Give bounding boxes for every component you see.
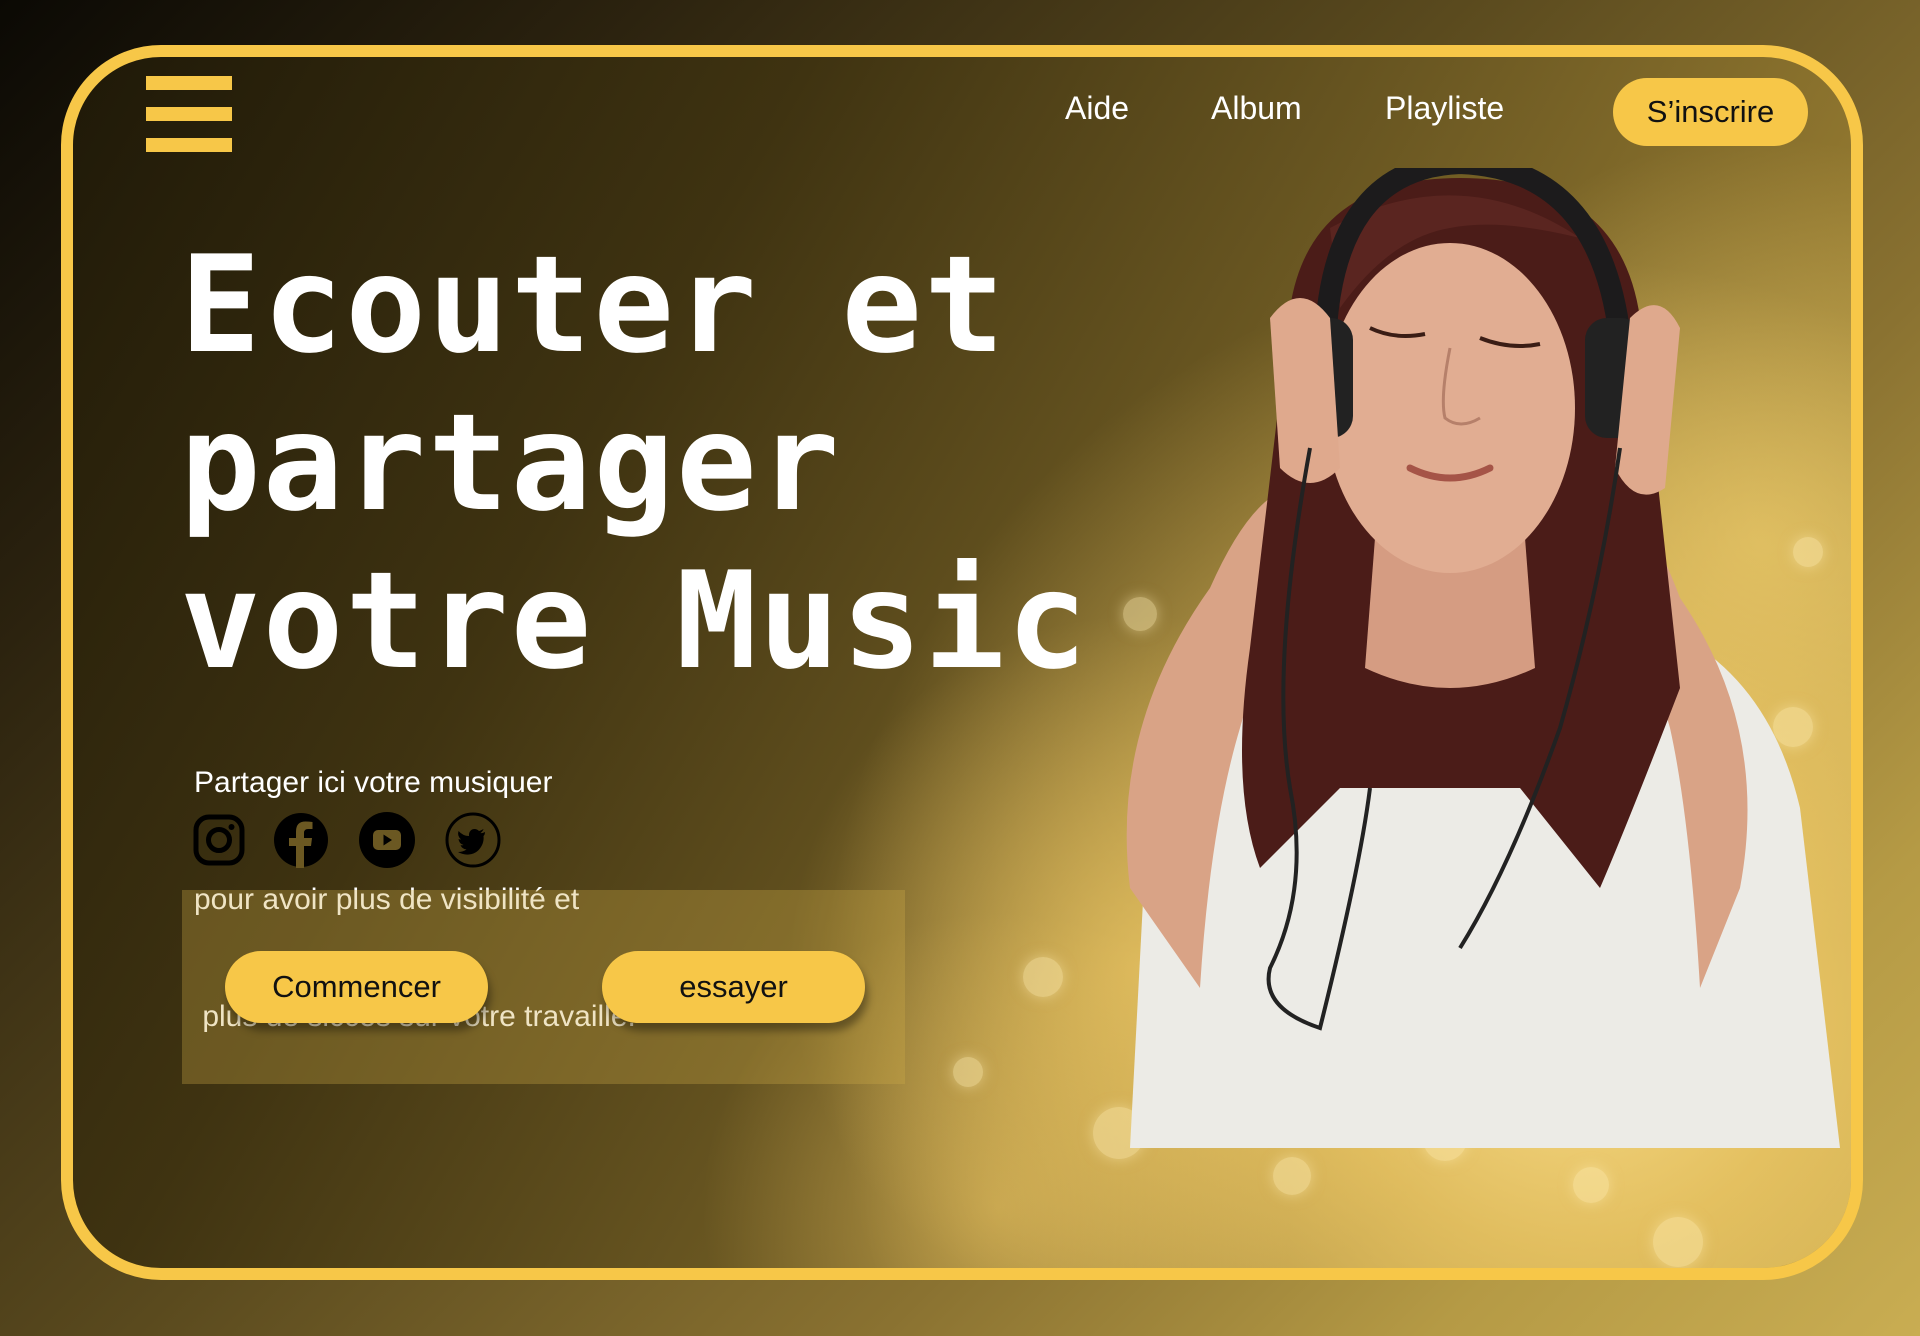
bokeh-dot (1573, 1167, 1609, 1203)
subtext-line: Partager ici votre musiquer (194, 766, 553, 799)
menu-bar (146, 107, 232, 121)
headline-line: Ecouter et (180, 227, 1007, 383)
nav-link-playliste[interactable]: Playliste (1385, 90, 1504, 127)
facebook-icon[interactable] (273, 813, 329, 868)
instagram-icon[interactable] (193, 813, 245, 867)
signup-button[interactable]: S’inscrire (1613, 78, 1808, 146)
bokeh-dot (1653, 1217, 1703, 1267)
headline-line: partager (180, 385, 842, 541)
headline-line: votre Music (180, 543, 1090, 699)
bokeh-dot (1273, 1157, 1311, 1195)
woman-with-headphones-photo (1126, 168, 1840, 1148)
menu-bar (146, 138, 232, 152)
nav-link-album[interactable]: Album (1211, 90, 1302, 127)
hero-headline: Ecouter et partager votre Music (180, 226, 1089, 700)
twitter-icon[interactable] (445, 812, 501, 868)
menu-bar (146, 76, 232, 90)
nav-link-aide[interactable]: Aide (1065, 90, 1129, 127)
menu-hamburger-icon[interactable] (146, 76, 232, 152)
commencer-button[interactable]: Commencer (225, 951, 488, 1023)
bokeh-dot (953, 1057, 983, 1087)
youtube-icon[interactable] (358, 812, 416, 868)
essayer-button[interactable]: essayer (602, 951, 865, 1023)
